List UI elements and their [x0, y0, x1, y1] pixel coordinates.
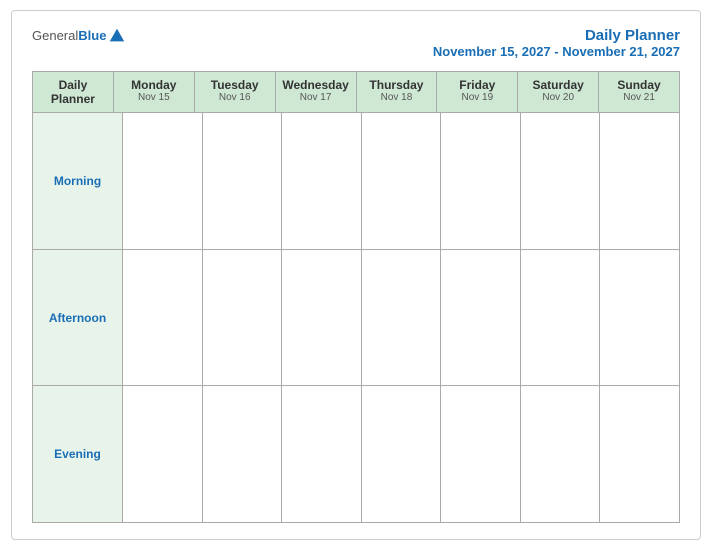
row-morning: Morning: [33, 113, 679, 250]
calendar-body: Morning Afternoon Evening: [33, 113, 679, 522]
header-cell-wednesday: Wednesday Nov 17: [276, 72, 357, 112]
cell-evening-friday[interactable]: [441, 386, 521, 522]
label-evening: Evening: [33, 386, 123, 522]
logo-icon: [108, 27, 126, 45]
cell-evening-monday[interactable]: [123, 386, 203, 522]
header-cell-sunday: Sunday Nov 21: [599, 72, 679, 112]
logo-blue: Blue: [78, 28, 106, 43]
cell-morning-saturday[interactable]: [521, 113, 601, 249]
cell-morning-thursday[interactable]: [362, 113, 442, 249]
cell-afternoon-wednesday[interactable]: [282, 250, 362, 386]
title-area: Daily Planner November 15, 2027 - Novemb…: [433, 27, 680, 59]
cell-morning-monday[interactable]: [123, 113, 203, 249]
header-cell-thursday: Thursday Nov 18: [357, 72, 438, 112]
calendar-header-row: Daily Planner Monday Nov 15 Tuesday Nov …: [33, 72, 679, 113]
cell-evening-wednesday[interactable]: [282, 386, 362, 522]
calendar-grid: Daily Planner Monday Nov 15 Tuesday Nov …: [32, 71, 680, 523]
planner-page: GeneralBlue Daily Planner November 15, 2…: [11, 10, 701, 540]
planner-date-range: November 15, 2027 - November 21, 2027: [433, 44, 680, 59]
planner-title: Daily Planner: [433, 27, 680, 44]
logo-area: GeneralBlue: [32, 27, 126, 45]
header-cell-saturday: Saturday Nov 20: [518, 72, 599, 112]
cell-evening-sunday[interactable]: [600, 386, 679, 522]
logo-text: GeneralBlue: [32, 28, 106, 44]
cell-afternoon-saturday[interactable]: [521, 250, 601, 386]
cell-afternoon-monday[interactable]: [123, 250, 203, 386]
cell-morning-sunday[interactable]: [600, 113, 679, 249]
cell-afternoon-tuesday[interactable]: [203, 250, 283, 386]
cell-evening-tuesday[interactable]: [203, 386, 283, 522]
cell-evening-thursday[interactable]: [362, 386, 442, 522]
page-header: GeneralBlue Daily Planner November 15, 2…: [32, 27, 680, 59]
cell-afternoon-sunday[interactable]: [600, 250, 679, 386]
label-morning: Morning: [33, 113, 123, 249]
cell-evening-saturday[interactable]: [521, 386, 601, 522]
cell-afternoon-thursday[interactable]: [362, 250, 442, 386]
label-afternoon: Afternoon: [33, 250, 123, 386]
cell-morning-wednesday[interactable]: [282, 113, 362, 249]
header-cell-monday: Monday Nov 15: [114, 72, 195, 112]
cell-morning-friday[interactable]: [441, 113, 521, 249]
header-cell-tuesday: Tuesday Nov 16: [195, 72, 276, 112]
row-afternoon: Afternoon: [33, 250, 679, 387]
cell-morning-tuesday[interactable]: [203, 113, 283, 249]
row-evening: Evening: [33, 386, 679, 522]
cell-afternoon-friday[interactable]: [441, 250, 521, 386]
logo-general: General: [32, 28, 78, 43]
header-cell-label: Daily Planner: [33, 72, 114, 112]
header-cell-friday: Friday Nov 19: [437, 72, 518, 112]
